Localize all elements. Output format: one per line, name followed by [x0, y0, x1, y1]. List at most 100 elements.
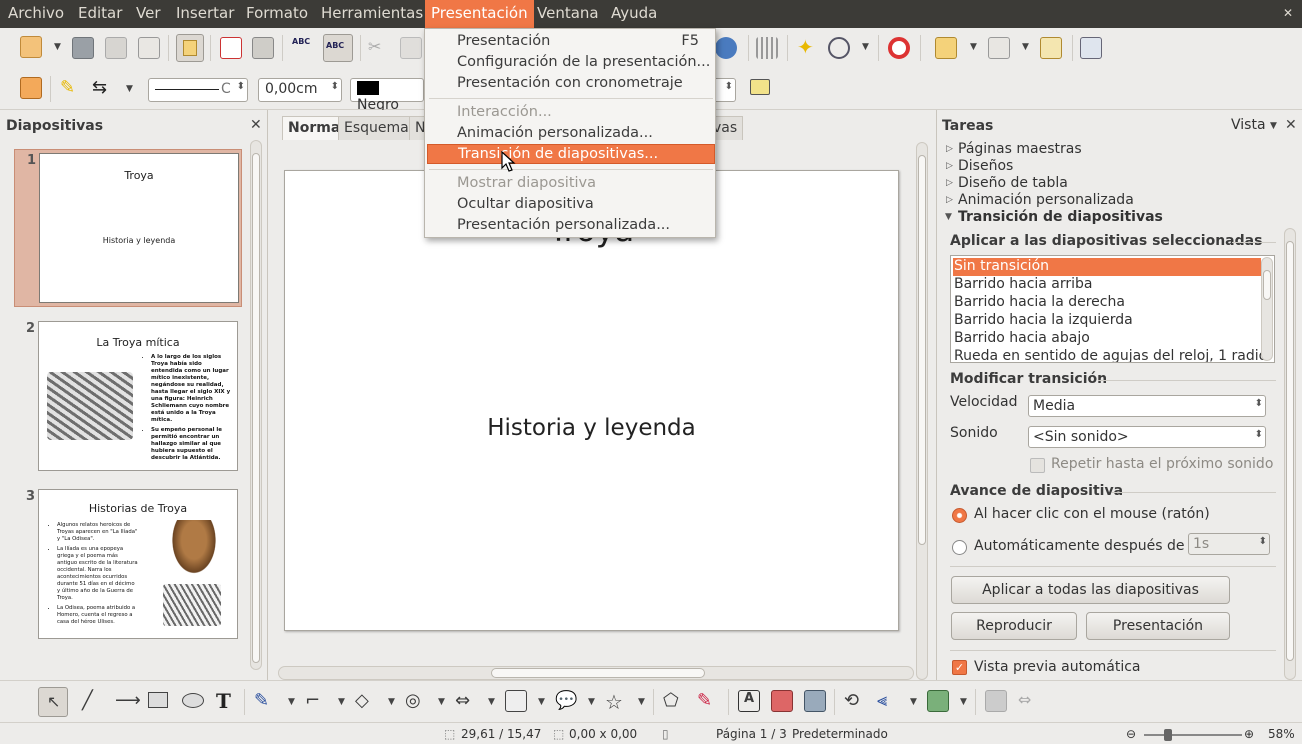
menu-archivo[interactable]: Archivo — [8, 4, 64, 22]
zoom-slider[interactable] — [1144, 734, 1242, 736]
extrusion-icon[interactable] — [985, 690, 1007, 712]
section-custom-animation[interactable]: Animación personalizada — [958, 192, 1134, 208]
editor-hscrollbar[interactable] — [278, 666, 914, 680]
flowchart-icon[interactable] — [505, 690, 527, 712]
slide-canvas[interactable]: Troya Historia y leyenda — [284, 170, 899, 631]
zoom-in-icon[interactable]: ⊕ — [1244, 727, 1254, 741]
fontwork-icon[interactable]: A — [738, 690, 760, 712]
stars-icon[interactable]: ☆ — [605, 690, 627, 714]
text-tool-icon[interactable]: T — [216, 689, 238, 713]
chevron-down-icon[interactable]: ▼ — [910, 697, 917, 707]
copy-icon[interactable] — [400, 37, 422, 59]
edit-file-icon[interactable] — [176, 34, 204, 62]
auto-spellcheck-icon[interactable]: ABC — [323, 34, 353, 62]
menu-item-show-slide[interactable]: Mostrar diapositiva — [427, 174, 715, 194]
curve-tool-icon[interactable]: ✎ — [254, 690, 276, 712]
close-icon[interactable]: ✕ — [1285, 117, 1297, 133]
expand-arrow-icon[interactable]: ▷ — [946, 178, 953, 188]
transition-list[interactable]: Sin transición Barrido hacia arriba Barr… — [950, 255, 1275, 363]
connector-icon[interactable]: ⌐ — [305, 690, 327, 712]
auto-advance-radio[interactable] — [952, 540, 967, 555]
section-master-pages[interactable]: Páginas maestras — [958, 141, 1082, 157]
chevron-down-icon[interactable]: ▼ — [438, 697, 445, 707]
chevron-down-icon[interactable]: ▼ — [588, 697, 595, 707]
navigator-icon[interactable] — [715, 37, 737, 59]
editor-vscrollbar[interactable] — [916, 142, 928, 680]
speed-select[interactable]: Media ⬍ — [1028, 395, 1266, 417]
chevron-down-icon[interactable]: ▼ — [538, 697, 545, 707]
scrollbar-thumb[interactable] — [918, 155, 926, 545]
basic-shapes-icon[interactable]: ◇ — [355, 690, 377, 712]
expand-arrow-icon[interactable]: ▷ — [946, 144, 953, 154]
slide-layout-icon[interactable] — [988, 37, 1010, 59]
chevron-down-icon[interactable]: ▼ — [1270, 121, 1277, 131]
points-icon[interactable]: ⬠ — [663, 690, 685, 712]
collapse-arrow-icon[interactable]: ▼ — [945, 212, 952, 222]
chevron-down-icon[interactable]: ▼ — [960, 697, 967, 707]
spellcheck-icon[interactable]: ABC — [292, 37, 314, 59]
auto-advance-time[interactable]: 1s ⬍ — [1188, 533, 1270, 555]
transition-item[interactable]: Barrido hacia la izquierda — [953, 312, 1261, 330]
slide-thumbnail-3[interactable]: 3 Historias de Troya Algunos relatos her… — [14, 486, 242, 644]
chevron-down-icon[interactable]: ▼ — [862, 42, 869, 52]
master-slide-icon[interactable] — [1040, 37, 1062, 59]
arrow-style-icon[interactable]: ⇆ — [92, 77, 114, 99]
window-close-icon[interactable]: ✕ — [1283, 6, 1293, 20]
ellipse-icon[interactable] — [182, 693, 204, 708]
slideshow-button[interactable]: Presentación — [1086, 612, 1230, 640]
grid-icon[interactable] — [756, 37, 778, 59]
presentation-icon[interactable] — [1080, 37, 1102, 59]
zoom-level[interactable]: 58% — [1268, 727, 1295, 741]
align-icon[interactable]: ⫷ — [877, 690, 899, 712]
scrollbar-thumb[interactable] — [252, 153, 260, 663]
cut-icon[interactable]: ✂ — [368, 37, 390, 59]
chevron-down-icon[interactable]: ▼ — [388, 697, 395, 707]
section-layouts[interactable]: Diseños — [958, 158, 1013, 174]
expand-arrow-icon[interactable]: ▷ — [946, 161, 953, 171]
save-icon[interactable] — [105, 37, 127, 59]
play-button[interactable]: Reproducir — [951, 612, 1077, 640]
menu-item-custom-slideshow[interactable]: Presentación personalizada... — [427, 216, 715, 236]
menu-item-rehearse-timings[interactable]: Presentación con cronometraje — [427, 74, 715, 94]
menu-item-presentation-settings[interactable]: Configuración de la presentación... — [427, 53, 715, 73]
chevron-down-icon[interactable]: ▼ — [338, 697, 345, 707]
transition-item[interactable]: Barrido hacia la derecha — [953, 294, 1261, 312]
menu-item-hide-slide[interactable]: Ocultar diapositiva — [427, 195, 715, 215]
menu-formato[interactable]: Formato — [246, 4, 308, 22]
line-color-select[interactable]: Negro — [350, 78, 424, 113]
block-arrows-icon[interactable]: ⇔ — [455, 690, 477, 712]
from-file-icon[interactable] — [771, 690, 793, 712]
shadow-icon[interactable] — [750, 79, 770, 95]
chevron-down-icon[interactable]: ▼ — [1022, 42, 1029, 52]
chevron-down-icon[interactable]: ▼ — [638, 697, 645, 707]
sound-select[interactable]: <Sin sonido> ⬍ — [1028, 426, 1266, 448]
transition-item[interactable]: Sin transición — [953, 258, 1261, 276]
symbol-shapes-icon[interactable]: ◎ — [405, 690, 427, 712]
slide-thumbnail-1[interactable]: 1 Troya Historia y leyenda — [14, 149, 242, 307]
gallery-icon[interactable] — [804, 690, 826, 712]
menu-editar[interactable]: Editar — [78, 4, 122, 22]
arrow-line-icon[interactable]: ⟶ — [115, 690, 141, 712]
area-style-select[interactable]: ⬍ — [714, 78, 736, 102]
apply-all-button[interactable]: Aplicar a todas las diapositivas — [951, 576, 1230, 604]
line-style-icon[interactable]: ✎ — [60, 77, 82, 99]
export-pdf-icon[interactable] — [220, 37, 242, 59]
zoom-icon[interactable] — [828, 37, 850, 59]
menu-ver[interactable]: Ver — [136, 4, 161, 22]
menu-item-presentation[interactable]: Presentación F5 — [427, 32, 715, 52]
menu-item-custom-animation[interactable]: Animación personalizada... — [427, 124, 715, 144]
tasks-scrollbar[interactable] — [1284, 228, 1296, 680]
scrollbar-thumb[interactable] — [491, 668, 705, 678]
chevron-down-icon[interactable]: ▼ — [54, 42, 61, 52]
line-tool-icon[interactable]: ╱ — [82, 690, 104, 712]
styles-icon[interactable] — [20, 77, 42, 99]
glue-points-icon[interactable]: ✎ — [697, 690, 719, 712]
menu-presentacion[interactable]: Presentación — [425, 0, 534, 28]
zoom-out-icon[interactable]: ⊖ — [1126, 727, 1136, 741]
menu-ventana[interactable]: Ventana — [537, 4, 599, 22]
helplines-icon[interactable]: ✦ — [797, 36, 819, 58]
view-menu[interactable]: Vista — [1231, 117, 1266, 133]
auto-preview-checkbox[interactable]: ✓ — [952, 660, 967, 675]
slide-icon[interactable] — [935, 37, 957, 59]
expand-arrow-icon[interactable]: ▷ — [946, 195, 953, 205]
